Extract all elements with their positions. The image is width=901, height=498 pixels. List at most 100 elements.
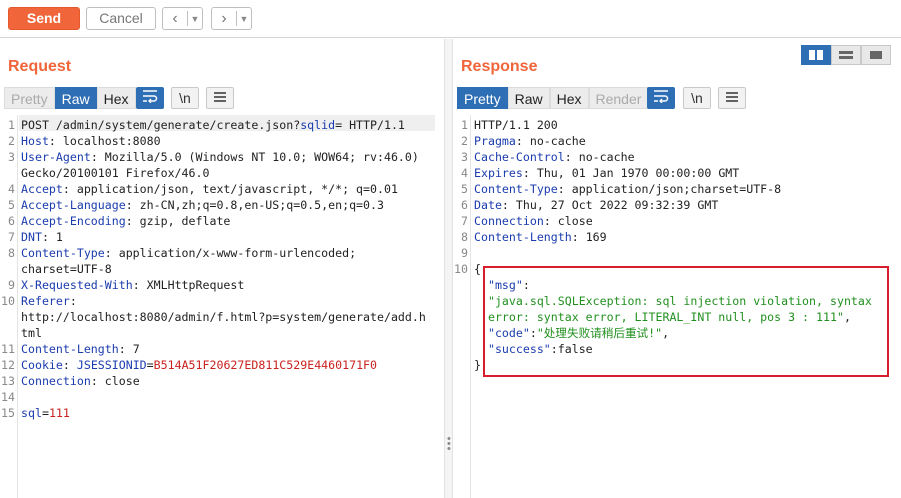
token: = — [41, 406, 49, 420]
code-line: 5 Content-Type: application/json;charset=… — [453, 181, 901, 197]
line-number: 7 — [8, 230, 15, 244]
tab-raw[interactable]: Raw — [54, 87, 97, 109]
line-number: 10 — [1, 294, 15, 308]
token: Connection — [474, 214, 544, 228]
tab-hex[interactable]: Hex — [96, 87, 136, 109]
chevron-down-icon[interactable]: ▼ — [237, 14, 251, 24]
line-text: } — [474, 357, 481, 373]
tab-render[interactable]: Render — [588, 87, 649, 109]
code-line: 1 POST /admin/system/generate/create.json… — [0, 117, 444, 133]
line-number: 5 — [461, 182, 468, 196]
code-line: 5 Accept-Language: zh-CN,zh;q=0.8,en-US;q… — [0, 197, 444, 213]
line-number: 13 — [1, 374, 15, 388]
token: X-Requested-With — [21, 278, 133, 292]
wrap-lines-icon[interactable] — [136, 87, 164, 109]
line-number: 11 — [1, 342, 15, 356]
line-text: tml — [21, 325, 42, 341]
code-line: 15 sql=111 — [0, 405, 444, 421]
code-line: 4 Expires: Thu, 01 Jan 1970 00:00:00 GMT — [453, 165, 901, 181]
layout-toggle — [801, 45, 891, 65]
token: : XMLHttpRequest — [132, 278, 245, 292]
token: Content-Length — [474, 230, 572, 244]
single-view-icon[interactable] — [861, 45, 891, 65]
token: : Mozilla/5.0 (Windows NT 10.0; WOW64; r… — [90, 150, 419, 164]
token: Accept-Language — [21, 198, 126, 212]
code-line: 7 Connection: close — [453, 213, 901, 229]
send-button[interactable]: Send — [8, 7, 80, 30]
line-number: 10 — [454, 262, 468, 276]
back-nav-group: ‹ ▼ — [162, 7, 203, 30]
token: : application/json, text/javascript, */*… — [62, 182, 398, 196]
token: Cache-Control — [474, 150, 565, 164]
response-title: Response — [461, 58, 538, 75]
token: Content-Type — [21, 246, 105, 260]
menu-icon[interactable] — [718, 87, 746, 109]
line-number: 8 — [461, 230, 468, 244]
chevron-down-icon[interactable]: ▼ — [188, 14, 202, 24]
token: = — [146, 358, 154, 372]
line-text: Content-Length: 169 — [474, 229, 607, 245]
token: Accept — [21, 182, 63, 196]
drag-handle-icon[interactable]: • • • — [447, 434, 451, 455]
line-number: 2 — [461, 134, 468, 148]
line-text: Referer: — [21, 293, 77, 309]
code-line: 9 — [453, 245, 901, 261]
token: : Thu, 27 Oct 2022 09:32:39 GMT — [501, 198, 719, 212]
tab-hex[interactable]: Hex — [549, 87, 589, 109]
forward-nav-group: › ▼ — [211, 7, 252, 30]
request-title: Request — [8, 58, 72, 75]
request-tabs: Pretty Raw Hex — [4, 87, 136, 109]
line-text: Cache-Control: no-cache — [474, 149, 635, 165]
code-line: 10 Referer: — [0, 293, 444, 309]
code-line: 13 Connection: close — [0, 373, 444, 389]
line-number: 6 — [461, 198, 468, 212]
line-text: Gecko/20100101 Firefox/46.0 — [21, 165, 209, 181]
line-number: 14 — [1, 390, 15, 404]
token: User-Agent — [21, 150, 91, 164]
menu-icon[interactable] — [206, 87, 234, 109]
wrap-lines-icon[interactable] — [647, 87, 675, 109]
token: sqlid — [300, 118, 336, 132]
split-view-icon[interactable] — [801, 45, 831, 65]
request-editor[interactable]: 1 POST /admin/system/generate/create.json… — [0, 115, 444, 498]
pane-splitter[interactable]: • • • — [444, 39, 453, 498]
token: : 7 — [118, 342, 140, 356]
line-text: sql=111 — [21, 405, 70, 421]
code-line: charset=UTF-8 — [0, 261, 444, 277]
line-number: 2 — [8, 134, 15, 148]
line-text: DNT: 1 — [21, 229, 63, 245]
line-text: Content-Type: application/x-www-form-url… — [21, 245, 356, 261]
tab-pretty[interactable]: Pretty — [457, 87, 508, 109]
tab-pretty[interactable]: Pretty — [4, 87, 55, 109]
token: http://localhost:8080/admin/f.html?p=sys… — [21, 310, 426, 324]
token: : zh-CN,zh;q=0.8,en-US;q=0.5,en;q=0.3 — [125, 198, 384, 212]
token: tml — [21, 326, 42, 340]
token: : no-cache — [515, 134, 586, 148]
newline-toggle-icon[interactable]: \n — [683, 87, 711, 109]
code-line: 7 DNT: 1 — [0, 229, 444, 245]
line-text: Content-Length: 7 — [21, 341, 140, 357]
chevron-right-icon[interactable]: › — [212, 8, 236, 29]
chevron-left-icon[interactable]: ‹ — [163, 8, 187, 29]
line-number: 7 — [461, 214, 468, 228]
token: Date — [474, 198, 502, 212]
line-text: http://localhost:8080/admin/f.html?p=sys… — [21, 309, 426, 325]
cancel-button[interactable]: Cancel — [86, 7, 156, 30]
tab-raw[interactable]: Raw — [507, 87, 550, 109]
line-number: 1 — [461, 118, 468, 132]
code-line: 2 Host: localhost:8080 — [0, 133, 444, 149]
token: Referer — [21, 294, 70, 308]
line-text: Expires: Thu, 01 Jan 1970 00:00:00 GMT — [474, 165, 739, 181]
line-number: 4 — [461, 166, 468, 180]
newline-toggle-icon[interactable]: \n — [171, 87, 199, 109]
response-tabs: Pretty Raw Hex Render — [457, 87, 649, 109]
stacked-view-icon[interactable] — [831, 45, 861, 65]
token: Gecko/20100101 Firefox/46.0 — [21, 166, 210, 180]
line-text: POST /admin/system/generate/create.json?… — [21, 117, 405, 133]
token: Host — [21, 134, 49, 148]
code-line: 8 Content-Length: 169 — [453, 229, 901, 245]
token: JSESSIONID — [76, 358, 147, 372]
line-number: 9 — [461, 246, 468, 260]
line-text: Cookie: JSESSIONID=B514A51F20627ED811C52… — [21, 357, 377, 373]
token: : close — [90, 374, 140, 388]
